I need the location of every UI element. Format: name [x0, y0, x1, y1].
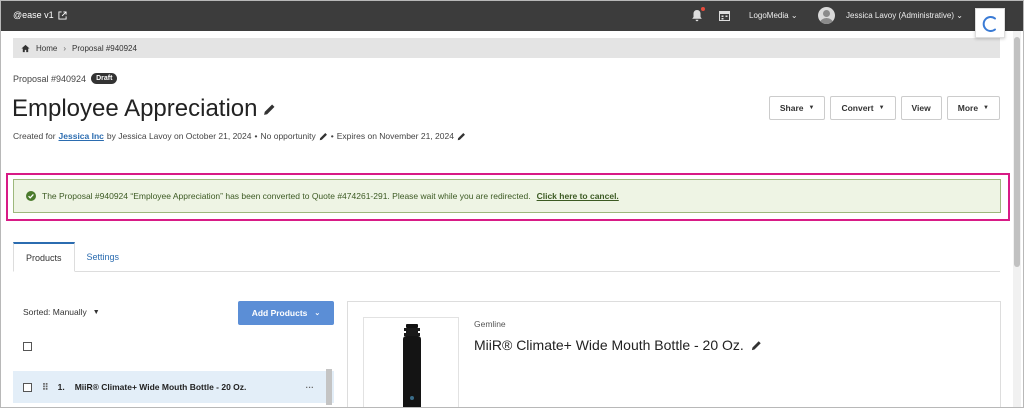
breadcrumb: Home › Proposal #940924: [13, 38, 1000, 58]
user-menu[interactable]: Jessica Lavoy (Administrative) ⌄: [846, 11, 963, 20]
brand[interactable]: @ease v1: [13, 10, 67, 20]
pencil-icon[interactable]: [751, 340, 762, 351]
add-products-label: Add Products: [251, 308, 308, 318]
product-name: MiiR® Climate+ Wide Mouth Bottle - 20 Oz…: [474, 337, 762, 353]
calendar-icon[interactable]: [719, 10, 730, 21]
app-window: @ease v1 LogoMedia ⌄ Jessica Lavoy (Admi…: [0, 0, 1024, 408]
conversion-alert: The Proposal #940924 “Employee Appreciat…: [13, 179, 1001, 213]
product-detail-panel: Gemline MiiR® Climate+ Wide Mouth Bottle…: [347, 301, 1001, 407]
scrollbar-thumb[interactable]: [1014, 37, 1020, 267]
meta-opportunity: No opportunity: [260, 131, 316, 141]
more-options-icon[interactable]: ···: [306, 382, 315, 392]
chevron-down-icon: ⌄: [314, 310, 321, 317]
chevron-down-icon: ⌄: [790, 11, 798, 20]
tab-bar: Products Settings: [13, 242, 1000, 272]
brand-label: @ease v1: [13, 10, 54, 20]
tab-products[interactable]: Products: [13, 242, 75, 272]
meta-created-for: Created for: [13, 131, 56, 141]
chevron-down-icon: ▼: [92, 308, 100, 316]
bottle-image: [403, 324, 421, 407]
convert-button-label: Convert: [841, 103, 874, 113]
meta-bullet: •: [254, 131, 258, 141]
top-navbar: @ease v1 LogoMedia ⌄ Jessica Lavoy (Admi…: [1, 1, 1023, 31]
external-link-icon: [58, 10, 67, 20]
user-menu-label: Jessica Lavoy (Administrative): [846, 11, 955, 20]
list-scrollbar[interactable]: [326, 369, 332, 405]
sort-dropdown[interactable]: Sorted: Manually ▼: [23, 307, 100, 317]
breadcrumb-current: Proposal #940924: [72, 43, 137, 53]
action-buttons: Share ▼ Convert ▼ View More ▼: [768, 96, 1000, 120]
check-circle-icon: [26, 191, 36, 201]
proposal-meta: Created for Jessica Inc by Jessica Lavoy…: [13, 131, 466, 141]
title-text: Employee Appreciation: [12, 95, 258, 122]
view-button[interactable]: View: [900, 96, 942, 120]
select-all-checkbox[interactable]: [23, 342, 32, 351]
chevron-down-icon: ▼: [878, 105, 885, 111]
tab-settings[interactable]: Settings: [75, 242, 132, 271]
chevron-down-icon: ⌄: [956, 11, 963, 20]
meta-bullet: •: [330, 131, 334, 141]
product-name-text: MiiR® Climate+ Wide Mouth Bottle - 20 Oz…: [474, 337, 744, 353]
supplier-name: Gemline: [474, 319, 506, 329]
more-button-label: More: [957, 103, 979, 113]
list-item[interactable]: ⠿ 1. MiiR® Climate+ Wide Mouth Bottle - …: [13, 371, 334, 403]
product-image: [363, 317, 459, 407]
page-scrollbar[interactable]: [1013, 31, 1021, 407]
spinner-icon: [982, 16, 996, 32]
chevron-down-icon: ▼: [983, 105, 989, 111]
meta-created-by: by Jessica Lavoy on October 21, 2024: [106, 131, 252, 141]
share-button-label: Share: [779, 103, 804, 113]
home-icon: [21, 44, 30, 52]
convert-button[interactable]: Convert ▼: [830, 96, 896, 120]
meta-expires: Expires on November 21, 2024: [336, 131, 454, 141]
view-button-label: View: [911, 103, 931, 113]
cancel-redirect-link[interactable]: Click here to cancel.: [537, 191, 619, 201]
add-products-button[interactable]: Add Products ⌄: [238, 301, 334, 325]
pencil-icon[interactable]: [319, 132, 328, 141]
share-button[interactable]: Share ▼: [768, 96, 826, 120]
sort-label: Sorted: Manually: [23, 307, 87, 317]
avatar[interactable]: [818, 7, 835, 24]
org-menu-label: LogoMedia: [749, 11, 789, 20]
chevron-down-icon: ▼: [808, 105, 815, 111]
proposal-id: Proposal #940924 Draft: [13, 73, 118, 84]
drag-handle-icon[interactable]: ⠿: [42, 382, 49, 393]
proposal-number: Proposal #940924: [13, 73, 87, 84]
loading-indicator: [975, 8, 1005, 38]
breadcrumb-separator: ›: [63, 43, 67, 53]
org-menu[interactable]: LogoMedia ⌄: [749, 11, 798, 20]
row-checkbox[interactable]: [23, 382, 32, 392]
pencil-icon[interactable]: [457, 132, 466, 141]
pencil-icon[interactable]: [263, 103, 276, 116]
item-name: MiiR® Climate+ Wide Mouth Bottle - 20 Oz…: [74, 382, 247, 392]
item-number: 1.: [57, 382, 65, 392]
more-button[interactable]: More ▼: [946, 96, 1000, 120]
notification-dot: [700, 6, 706, 12]
page-title: Employee Appreciation: [12, 95, 276, 123]
alert-message: The Proposal #940924 “Employee Appreciat…: [42, 191, 531, 201]
breadcrumb-home[interactable]: Home: [36, 44, 57, 53]
client-link[interactable]: Jessica Inc: [59, 131, 104, 141]
status-badge: Draft: [91, 73, 118, 84]
